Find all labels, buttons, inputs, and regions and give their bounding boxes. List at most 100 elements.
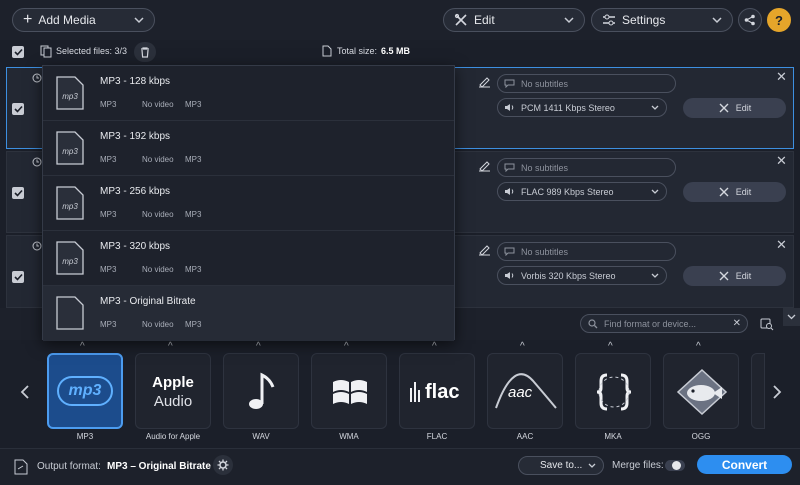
total-size-label: Total size: [337,46,378,56]
format-tile-flac[interactable]: flac [399,353,475,429]
collapse-panel-button[interactable] [783,308,800,326]
top-toolbar: + Add Media Edit Settings ? [0,0,800,40]
selected-files-label: Selected files: 3/3 [56,46,128,56]
row-edit-button[interactable]: Edit [683,98,786,118]
merge-files-label: Merge files: [612,460,664,471]
row-edit-button[interactable]: Edit [683,182,786,202]
audio-track-label: Vorbis 320 Kbps Stereo [521,270,616,281]
pencil-icon[interactable] [477,242,491,256]
preset-icon-text: mp3 [62,257,78,266]
format-label: MKA [604,432,622,441]
preset-container: MP3 [100,210,117,219]
tools-icon [719,103,729,113]
tools-icon [719,271,729,281]
chevron-right-icon[interactable] [772,385,782,399]
row-edit-label: Edit [735,271,752,281]
row-checkbox[interactable] [12,187,24,199]
share-button[interactable] [738,8,762,32]
chevron-left-icon[interactable] [20,385,30,399]
toggle-knob [672,461,681,470]
chevron-down-icon [787,314,796,320]
row-edit-label: Edit [735,187,752,197]
clock-icon [32,73,42,83]
add-media-label: Add Media [38,13,96,27]
preset-container: MP3 [100,155,117,164]
audio-file-icon: mp3 [56,241,84,275]
checkmark-icon [13,273,23,281]
preset-title: MP3 - 128 kbps [100,76,171,87]
preset-audio: MP3 [185,265,202,274]
format-tile-aac[interactable]: aac [487,353,563,429]
convert-button[interactable]: Convert [697,455,792,474]
preset-item[interactable]: mp3 MP3 - 128 kbps MP3 No video MP3 [43,66,454,121]
format-tile-ogg[interactable] [663,353,739,429]
merge-files-toggle[interactable] [665,460,685,471]
format-tile-wma[interactable] [311,353,387,429]
preset-icon-text: mp3 [62,202,78,211]
pencil-icon[interactable] [477,158,491,172]
preset-item[interactable]: mp3 MP3 - 320 kbps MP3 No video MP3 [43,231,454,286]
checkmark-icon [13,189,23,197]
row-checkbox[interactable] [12,271,24,283]
search-placeholder: Find format or device... [604,318,697,329]
subtitles-dropdown[interactable]: No subtitles [497,74,676,93]
format-tile-partial[interactable] [751,353,765,429]
add-media-button[interactable]: + Add Media [12,8,155,32]
files-icon [40,45,52,58]
format-tile-mp3[interactable]: mp3 [47,353,123,429]
format-search-input[interactable]: Find format or device... ✕ [580,314,748,333]
save-to-dropdown[interactable]: Save to... [518,456,604,475]
tools-icon [454,13,467,26]
audio-file-icon: mp3 [56,131,84,165]
caret-up-icon: ^ [168,341,173,352]
format-tile-mka[interactable] [575,353,651,429]
audio-track-dropdown[interactable]: Vorbis 320 Kbps Stereo [497,266,667,285]
caret-up-icon: ^ [256,341,261,352]
settings-button[interactable]: Settings [591,8,733,32]
output-settings-button[interactable] [213,455,233,475]
speech-bubble-icon [504,79,515,88]
row-edit-button[interactable]: Edit [683,266,786,286]
format-label: OGG [691,432,711,441]
format-label: FLAC [426,432,448,441]
device-detect-icon[interactable] [760,318,774,331]
preset-title: MP3 - 320 kbps [100,241,171,252]
question-icon: ? [775,12,783,28]
caret-up-icon: ^ [432,341,437,352]
format-tile-apple-audio[interactable]: Apple Audio [135,353,211,429]
format-label: Audio for Apple [145,432,201,441]
output-format-value[interactable]: MP3 – Original Bitrate [107,461,211,472]
edit-button[interactable]: Edit [443,8,585,32]
pencil-icon[interactable] [477,74,491,88]
file-icon [322,45,332,57]
preset-title: MP3 - Original Bitrate [100,296,196,307]
audio-track-dropdown[interactable]: PCM 1411 Kbps Stereo [497,98,667,117]
format-tile-wav[interactable] [223,353,299,429]
delete-button[interactable] [134,42,156,62]
clear-search-icon[interactable]: ✕ [733,318,741,329]
preset-audio: MP3 [185,210,202,219]
close-icon[interactable]: ✕ [776,153,787,169]
select-all-checkbox[interactable] [12,46,24,58]
format-label: AAC [516,432,534,441]
subtitles-dropdown[interactable]: No subtitles [497,158,676,177]
selection-bar: Selected files: 3/3 Total size: 6.5 MB [0,40,800,64]
speaker-icon [505,104,514,111]
help-button[interactable]: ? [767,8,791,32]
audio-track-dropdown[interactable]: FLAC 989 Kbps Stereo [497,182,667,201]
close-icon[interactable]: ✕ [776,237,787,253]
row-checkbox[interactable] [12,103,24,115]
chevron-down-icon [651,273,659,278]
chevron-down-icon [134,17,144,24]
preset-item-selected[interactable]: MP3 - Original Bitrate MP3 No video MP3 [43,286,454,341]
subtitles-dropdown[interactable]: No subtitles [497,242,676,261]
gear-icon [217,459,229,471]
audio-file-icon: mp3 [56,186,84,220]
preset-item[interactable]: mp3 MP3 - 192 kbps MP3 No video MP3 [43,121,454,176]
total-size-value: 6.5 MB [381,46,411,56]
close-icon[interactable]: ✕ [776,69,787,85]
speech-bubble-icon [504,163,515,172]
preset-item[interactable]: mp3 MP3 - 256 kbps MP3 No video MP3 [43,176,454,231]
plus-icon: + [23,11,33,28]
format-label: WMA [339,432,359,441]
